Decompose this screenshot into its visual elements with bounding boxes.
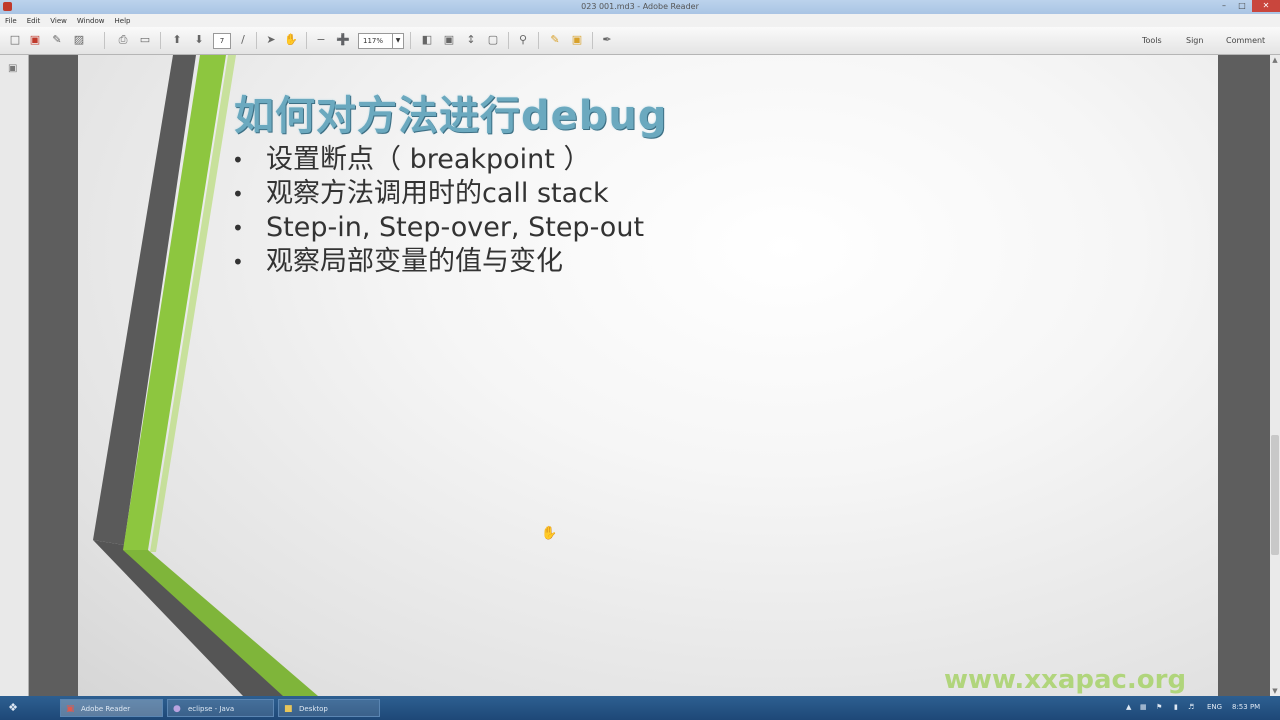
task-label: Adobe Reader — [81, 705, 131, 713]
minimize-icon[interactable]: – — [1216, 0, 1232, 12]
navigation-panel: ▣ — [0, 55, 29, 696]
bullet-icon: • — [232, 148, 244, 172]
fit-page-icon[interactable]: ◧ — [420, 33, 434, 47]
list-item: • 观察方法调用时的call stack — [232, 177, 644, 211]
clock[interactable]: 8:53 PM — [1232, 703, 1260, 711]
task-label: Desktop — [299, 705, 328, 713]
list-item: • 观察局部变量的值与变化 — [232, 245, 644, 279]
bullet-text: 观察方法调用时的call stack — [266, 178, 609, 209]
toolbar: □ ▣ ✎ ▨ ⎙ ▭ ⬆ ⬇ 7 / ➤ ✋ − ➕ 117% ▼ ◧ ▣ ↕… — [0, 27, 1280, 55]
chevron-down-icon[interactable]: ▼ — [392, 34, 403, 48]
select-tool-icon[interactable]: ➤ — [264, 33, 278, 47]
zoom-value: 117% — [363, 37, 384, 45]
signal-icon[interactable]: ▮ — [1174, 703, 1178, 711]
edit-icon[interactable]: ✎ — [50, 33, 64, 47]
open-icon[interactable]: ▣ — [28, 33, 42, 47]
email-icon[interactable]: ▭ — [138, 33, 152, 47]
tools-button[interactable]: Tools — [1142, 36, 1162, 45]
pdf-icon: ▣ — [66, 704, 75, 714]
task-adobe-reader[interactable]: ▣ Adobe Reader — [60, 699, 163, 717]
bullet-icon: • — [232, 216, 244, 240]
folder-icon: ■ — [284, 704, 293, 714]
scroll-mode-icon[interactable]: ↕ — [464, 33, 478, 47]
bullet-icon: • — [232, 250, 244, 274]
sign-button[interactable]: Sign — [1186, 36, 1203, 45]
bullet-text: 设置断点（ breakpoint ） — [266, 144, 591, 175]
sign-pen-icon[interactable]: ✒ — [600, 33, 614, 47]
bullet-text: 观察局部变量的值与变化 — [266, 246, 563, 277]
previous-page-icon[interactable]: ⬆ — [170, 33, 184, 47]
start-icon[interactable]: ❖ — [6, 701, 20, 715]
window-titlebar: 023 001.md3 - Adobe Reader – □ ✕ — [0, 0, 1280, 14]
hand-cursor-icon: ✋ — [541, 526, 558, 541]
create-icon[interactable]: □ — [8, 33, 22, 47]
close-icon[interactable]: ✕ — [1252, 0, 1280, 12]
share-icon[interactable]: ▨ — [72, 33, 86, 47]
volume-icon[interactable]: ♬ — [1188, 703, 1194, 711]
menu-file[interactable]: File — [0, 14, 22, 25]
zoom-select[interactable]: 117% ▼ — [358, 33, 404, 49]
scroll-down-icon[interactable]: ▼ — [1270, 686, 1280, 696]
page-thumbnails-icon[interactable]: ▣ — [8, 63, 19, 74]
scrollbar-thumb[interactable] — [1271, 435, 1279, 555]
print-icon[interactable]: ⎙ — [116, 33, 130, 47]
comment-note-icon[interactable]: ✎ — [548, 33, 562, 47]
menu-edit[interactable]: Edit — [22, 14, 46, 25]
menu-window[interactable]: Window — [72, 14, 110, 25]
taskbar: ❖ ▣ Adobe Reader ● eclipse - Java ■ Desk… — [0, 696, 1280, 720]
hand-tool-icon[interactable]: ✋ — [284, 33, 298, 47]
watermark: www.xxapac.org — [944, 665, 1187, 695]
next-page-icon[interactable]: ⬇ — [192, 33, 206, 47]
eclipse-icon: ● — [173, 704, 181, 714]
tray-arrow-icon[interactable]: ▲ — [1126, 703, 1131, 711]
menu-view[interactable]: View — [45, 14, 72, 25]
page-count-icon: / — [241, 33, 245, 46]
maximize-icon[interactable]: □ — [1234, 0, 1250, 12]
vertical-scrollbar[interactable]: ▲ ▼ — [1270, 55, 1280, 696]
language-indicator[interactable]: ENG — [1207, 703, 1222, 711]
stripe-green-lower — [123, 550, 318, 696]
task-eclipse[interactable]: ● eclipse - Java — [167, 699, 274, 717]
fit-width-icon[interactable]: ▣ — [442, 33, 456, 47]
task-desktop[interactable]: ■ Desktop — [278, 699, 380, 717]
zoom-out-icon[interactable]: − — [314, 33, 328, 47]
list-item: • Step-in, Step-over, Step-out — [232, 211, 644, 245]
zoom-in-icon[interactable]: ➕ — [336, 33, 350, 47]
task-label: eclipse - Java — [188, 705, 235, 713]
menu-bar: File Edit View Window Help — [0, 14, 1280, 27]
menu-help[interactable]: Help — [110, 14, 136, 25]
network-icon[interactable]: ▦ — [1140, 703, 1147, 711]
scroll-up-icon[interactable]: ▲ — [1270, 55, 1280, 65]
bullet-icon: • — [232, 182, 244, 206]
list-item: • 设置断点（ breakpoint ） — [232, 143, 644, 177]
highlight-icon[interactable]: ▣ — [570, 33, 584, 47]
comment-button[interactable]: Comment — [1226, 36, 1265, 45]
bullet-text: Step-in, Step-over, Step-out — [266, 212, 645, 243]
full-screen-icon[interactable]: ▢ — [486, 33, 500, 47]
slide-title: 如何对方法进行debug — [234, 93, 668, 139]
bullet-list: • 设置断点（ breakpoint ） • 观察方法调用时的call stack … — [232, 143, 644, 279]
window-title: 023 001.md3 - Adobe Reader — [581, 2, 699, 11]
page-number-input[interactable]: 7 — [213, 33, 231, 49]
flag-icon[interactable]: ⚑ — [1156, 703, 1162, 711]
slide-page: 如何对方法进行debug • 设置断点（ breakpoint ） • 观察方法调用… — [78, 55, 1218, 696]
find-icon[interactable]: ⚲ — [516, 33, 530, 47]
